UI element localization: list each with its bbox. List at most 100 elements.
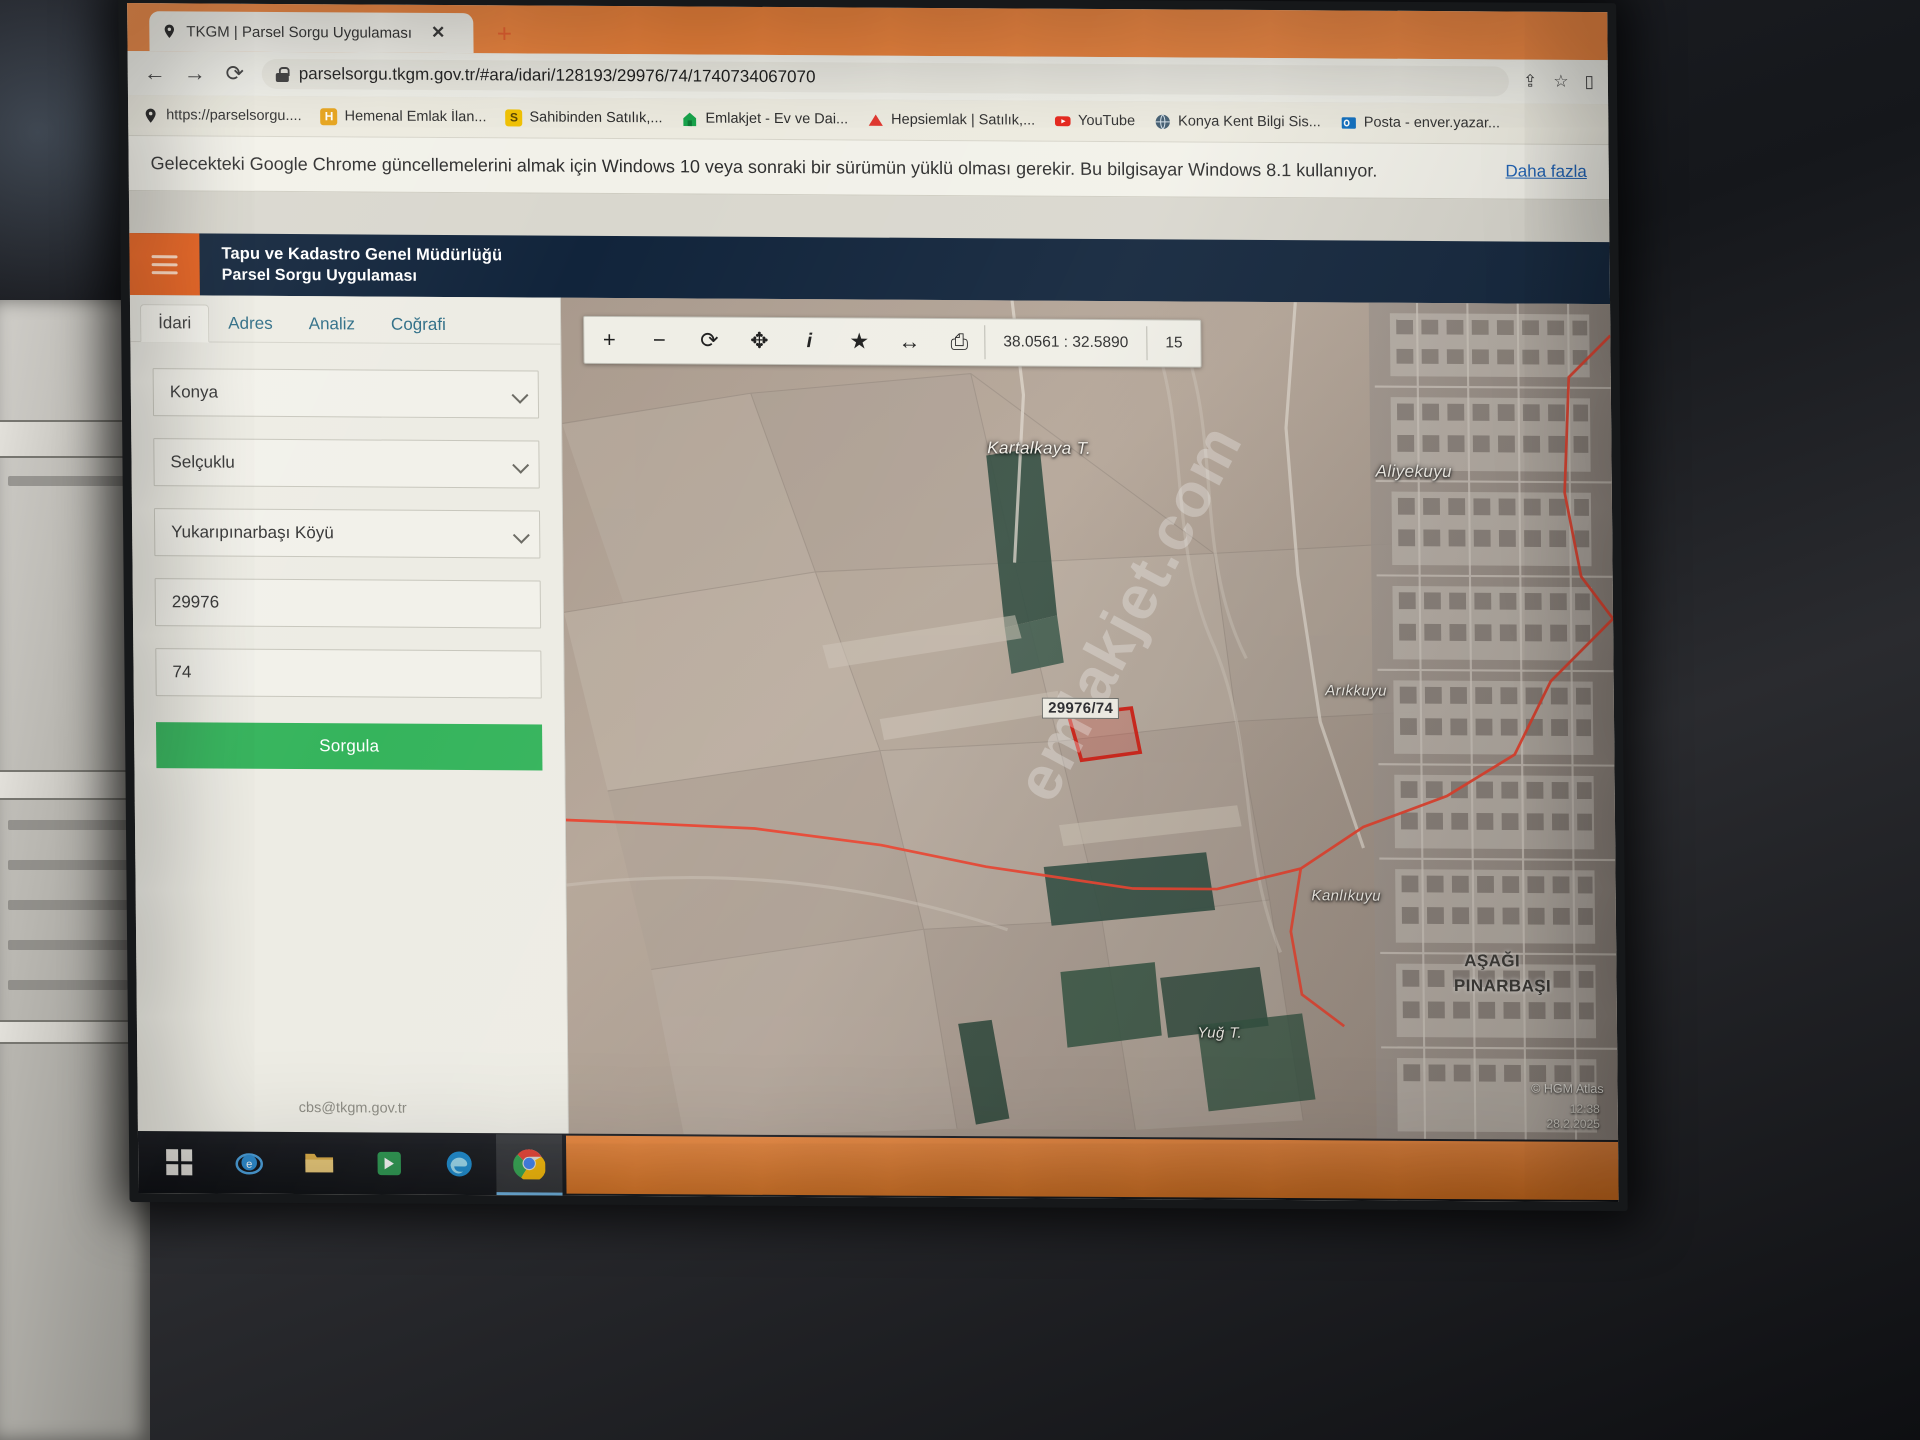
plus-icon[interactable]: + bbox=[584, 317, 634, 363]
page-title: Tapu ve Kadastro Genel Müdürlüğü bbox=[221, 244, 503, 264]
taskbar-empty-area bbox=[565, 1135, 1619, 1201]
query-form: Sorgula bbox=[130, 342, 567, 1102]
omnibox-actions: ⇪ ☆ ▯ bbox=[1523, 72, 1594, 92]
edge-icon bbox=[446, 1151, 472, 1177]
chrome-button[interactable] bbox=[495, 1133, 563, 1196]
ada-input[interactable] bbox=[154, 578, 542, 629]
pan-move-icon[interactable]: ✥ bbox=[734, 318, 784, 364]
outlook-icon bbox=[1341, 116, 1356, 129]
bookmark-label: Sahibinden Satılık,... bbox=[529, 109, 663, 127]
il-select[interactable] bbox=[152, 368, 540, 419]
tab-adres[interactable]: Adres bbox=[211, 306, 290, 342]
sidebar-tabs: İdari Adres Analiz Coğrafi bbox=[129, 295, 561, 345]
mahalle-select-wrapper bbox=[153, 508, 541, 559]
bookmark-label: YouTube bbox=[1078, 112, 1136, 130]
file-explorer-icon bbox=[305, 1153, 334, 1173]
back-icon[interactable]: ← bbox=[142, 60, 168, 86]
coordinate-readout: 38.0561 : 32.5890 bbox=[1003, 333, 1129, 352]
windows-taskbar: e bbox=[137, 1131, 1619, 1203]
lock-icon bbox=[275, 66, 290, 82]
tab-analiz[interactable]: Analiz bbox=[292, 306, 373, 342]
mahalle-select[interactable] bbox=[153, 508, 541, 559]
zoom-level: 15 bbox=[1165, 334, 1183, 352]
internet-explorer-icon: e bbox=[235, 1153, 263, 1175]
bookmark-item[interactable]: YouTube bbox=[1054, 112, 1135, 129]
bookmark-item[interactable]: Hepsiemlak | Satılık,... bbox=[867, 111, 1035, 129]
ilce-select[interactable] bbox=[153, 438, 540, 489]
map-toolbar: + − ⟳ ✥ i ★ ↔ ⎙ 38.0561 : 32.5890 15 bbox=[583, 315, 1202, 368]
sidepanel-icon[interactable]: ▯ bbox=[1584, 72, 1594, 92]
tab-title: TKGM | Parsel Sorgu Uygulaması bbox=[186, 22, 413, 42]
start-button[interactable] bbox=[146, 1133, 213, 1191]
tab-idari[interactable]: İdari bbox=[139, 304, 210, 343]
chrome-icon bbox=[513, 1148, 546, 1179]
contact-email: cbs@tkgm.gov.tr bbox=[298, 1099, 407, 1117]
bookmark-item[interactable]: Emlakjet - Ev ve Dai... bbox=[681, 110, 848, 128]
store-button[interactable] bbox=[356, 1134, 423, 1192]
bookmark-item[interactable]: https://parselsorgu.... bbox=[142, 107, 302, 125]
star-icon[interactable]: ★ bbox=[834, 318, 884, 364]
browser-tab[interactable]: TKGM | Parsel Sorgu Uygulaması ✕ bbox=[149, 11, 474, 54]
map-attribution: © HGM Atlas bbox=[1531, 1081, 1604, 1096]
satellite-map[interactable]: emlakjet.com Kartalkaya T. Aliyekuyu Arı… bbox=[560, 297, 1619, 1141]
info-icon[interactable]: i bbox=[784, 318, 834, 364]
infobar-message: Gelecekteki Google Chrome güncellemeleri… bbox=[150, 152, 1378, 181]
bookmark-label: Posta - enver.yazar... bbox=[1363, 114, 1501, 132]
bookmark-item[interactable]: Konya Kent Bilgi Sis... bbox=[1154, 113, 1321, 131]
store-icon bbox=[377, 1151, 401, 1176]
parsel-input-wrapper bbox=[155, 648, 542, 699]
sorgula-button[interactable]: Sorgula bbox=[155, 722, 543, 771]
ilce-select-wrapper bbox=[153, 438, 540, 489]
edge-button[interactable] bbox=[426, 1135, 493, 1193]
bookmark-label: Hepsiemlak | Satılık,... bbox=[891, 111, 1036, 129]
screen-content: TKGM | Parsel Sorgu Uygulaması ✕ + ← → ⟳… bbox=[127, 3, 1619, 1203]
refresh-icon[interactable]: ⟳ bbox=[684, 317, 734, 363]
letter-h-icon: H bbox=[320, 107, 338, 125]
windows-start-icon bbox=[166, 1149, 193, 1176]
triangle-roof-icon bbox=[868, 113, 883, 126]
url-text: parselsorgu.tkgm.gov.tr/#ara/idari/12819… bbox=[298, 64, 816, 87]
bookmark-label: Hemenal Emlak İlan... bbox=[344, 108, 487, 126]
bookmark-label: Konya Kent Bilgi Sis... bbox=[1178, 113, 1321, 131]
youtube-icon bbox=[1054, 115, 1071, 126]
bookmark-label: Emlakjet - Ev ve Dai... bbox=[705, 110, 849, 128]
app-header: Tapu ve Kadastro Genel Müdürlüğü Parsel … bbox=[129, 233, 1611, 305]
hamburger-menu-icon[interactable] bbox=[129, 233, 200, 296]
ie-button[interactable]: e bbox=[216, 1133, 283, 1191]
letter-s-icon: S bbox=[505, 108, 523, 126]
tab-cografi[interactable]: Coğrafi bbox=[374, 307, 463, 344]
address-bar[interactable]: parselsorgu.tkgm.gov.tr/#ara/idari/12819… bbox=[261, 58, 1510, 97]
clock-time: 12:38 bbox=[1569, 1101, 1600, 1116]
bookmark-item[interactable]: H Hemenal Emlak İlan... bbox=[320, 107, 487, 126]
reload-icon[interactable]: ⟳ bbox=[222, 61, 248, 87]
browser-toolbar: ← → ⟳ parselsorgu.tkgm.gov.tr/#ara/idari… bbox=[127, 51, 1609, 105]
close-tab-icon[interactable]: ✕ bbox=[431, 23, 445, 43]
minus-icon[interactable]: − bbox=[634, 317, 684, 363]
house-icon bbox=[683, 112, 697, 126]
page-subtitle: Parsel Sorgu Uygulaması bbox=[221, 266, 418, 286]
bookmark-item[interactable]: S Sahibinden Satılık,... bbox=[505, 108, 663, 127]
share-icon[interactable]: ⇪ bbox=[1523, 72, 1537, 92]
parcel-number-label: 29976/74 bbox=[1042, 697, 1120, 720]
forward-icon[interactable]: → bbox=[182, 60, 208, 86]
location-pin-icon bbox=[145, 108, 156, 123]
infobar-more-link[interactable]: Daha fazla bbox=[1505, 161, 1586, 181]
parsel-input[interactable] bbox=[155, 648, 542, 699]
il-select-wrapper bbox=[152, 368, 540, 419]
location-pin-icon bbox=[164, 24, 175, 38]
bookmark-label: https://parselsorgu.... bbox=[166, 107, 302, 125]
print-icon[interactable]: ⎙ bbox=[934, 319, 984, 365]
tkgm-application: Tapu ve Kadastro Genel Müdürlüğü Parsel … bbox=[129, 233, 1619, 1141]
svg-text:e: e bbox=[246, 1159, 252, 1171]
ada-input-wrapper bbox=[154, 578, 542, 629]
explorer-button[interactable] bbox=[286, 1134, 353, 1192]
app-main: İdari Adres Analiz Coğrafi Konya Selçukl… bbox=[129, 295, 1619, 1141]
app-title-block: Tapu ve Kadastro Genel Müdürlüğü Parsel … bbox=[199, 243, 502, 288]
globe-icon bbox=[1155, 113, 1170, 129]
clock-date: 28.2.2025 bbox=[1546, 1116, 1600, 1131]
new-tab-button[interactable]: + bbox=[487, 16, 521, 50]
bookmark-item[interactable]: Posta - enver.yazar... bbox=[1340, 114, 1500, 132]
chrome-update-infobar: Gelecekteki Google Chrome güncellemeleri… bbox=[128, 136, 1610, 201]
measure-icon[interactable]: ↔ bbox=[884, 319, 934, 365]
bookmark-star-icon[interactable]: ☆ bbox=[1553, 72, 1568, 92]
